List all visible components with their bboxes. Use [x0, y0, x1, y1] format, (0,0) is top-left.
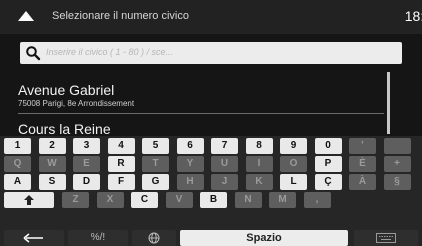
on-screen-keyboard: 1 2 3 4 5 6 7 8 9 0 ' Q W E R T Y U I O P È + A S D F G H J K L Ç À § ZX… — [0, 136, 422, 246]
backspace-key[interactable] — [4, 230, 64, 246]
key-q: Q — [4, 156, 31, 172]
language-key[interactable] — [132, 230, 176, 246]
search-icon — [26, 46, 41, 61]
result-name: Cours la Reine — [18, 121, 111, 137]
shift-key[interactable] — [4, 192, 54, 208]
key-c[interactable]: C — [131, 192, 158, 208]
backspace-icon — [23, 233, 43, 243]
key-v: V — [165, 192, 193, 208]
key-5[interactable]: 5 — [142, 138, 169, 154]
list-item[interactable]: Avenue Gabriel 75008 Parigi, 8e Arrondis… — [18, 82, 382, 108]
keyboard-bottom-row: %/! Spazio — [0, 230, 422, 246]
key-z: Z — [62, 192, 89, 208]
key-h: H — [176, 174, 204, 190]
up-arrow-icon[interactable] — [18, 11, 34, 21]
key-,: , — [303, 192, 331, 208]
key-x: X — [96, 192, 124, 208]
key-7[interactable]: 7 — [211, 138, 238, 154]
key-6[interactable]: 6 — [176, 138, 204, 154]
key-n: N — [234, 192, 262, 208]
key-y: Y — [176, 156, 204, 172]
globe-icon — [148, 232, 160, 244]
keyboard-icon — [376, 233, 396, 243]
key-à: À — [349, 174, 376, 190]
clock: 18:0 — [404, 8, 422, 24]
key-è: È — [349, 156, 376, 172]
key-j: J — [211, 174, 238, 190]
divider — [18, 113, 384, 114]
scrollbar[interactable] — [387, 72, 390, 134]
key-8[interactable]: 8 — [245, 138, 273, 154]
key-e: E — [73, 156, 100, 172]
key-l[interactable]: L — [280, 174, 307, 190]
key-s[interactable]: S — [38, 174, 66, 190]
key-w: W — [38, 156, 66, 172]
search-placeholder: Inserire il civico ( 1 - 80 ) / sce... — [46, 47, 174, 57]
key-t: T — [142, 156, 169, 172]
space-key[interactable]: Spazio — [180, 230, 348, 246]
search-input[interactable]: Inserire il civico ( 1 - 80 ) / sce... — [20, 42, 402, 64]
key-k: K — [245, 174, 273, 190]
key-1[interactable]: 1 — [4, 138, 31, 154]
result-subtitle: 75008 Parigi, 8e Arrondissement — [18, 99, 135, 108]
key-b[interactable]: B — [200, 192, 227, 208]
key-ç[interactable]: Ç — [314, 174, 342, 190]
key-f[interactable]: F — [107, 174, 135, 190]
key-g[interactable]: G — [142, 174, 169, 190]
screen-title: Selezionare il numero civico — [52, 10, 189, 22]
key-i: I — [245, 156, 273, 172]
key-a[interactable]: A — [4, 174, 31, 190]
key-o: O — [280, 156, 307, 172]
key-3[interactable]: 3 — [73, 138, 100, 154]
symbols-key[interactable]: %/! — [68, 230, 128, 246]
key-0[interactable]: 0 — [314, 138, 342, 154]
key-u: U — [211, 156, 238, 172]
key-': ' — [349, 138, 376, 154]
list-item[interactable]: Cours la Reine — [18, 121, 382, 137]
key-r[interactable]: R — [107, 156, 135, 172]
key-blank — [383, 138, 411, 154]
key-9[interactable]: 9 — [280, 138, 307, 154]
key-d[interactable]: D — [73, 174, 100, 190]
top-bar: Selezionare il numero civico 18:0 — [0, 0, 422, 34]
key-+: + — [383, 156, 411, 172]
shift-icon — [24, 195, 34, 205]
key-4[interactable]: 4 — [107, 138, 135, 154]
key-m: M — [269, 192, 296, 208]
result-name: Avenue Gabriel — [18, 82, 115, 98]
key-§: § — [383, 174, 411, 190]
key-2[interactable]: 2 — [38, 138, 66, 154]
hide-keyboard-key[interactable] — [354, 230, 418, 246]
key-p[interactable]: P — [314, 156, 342, 172]
